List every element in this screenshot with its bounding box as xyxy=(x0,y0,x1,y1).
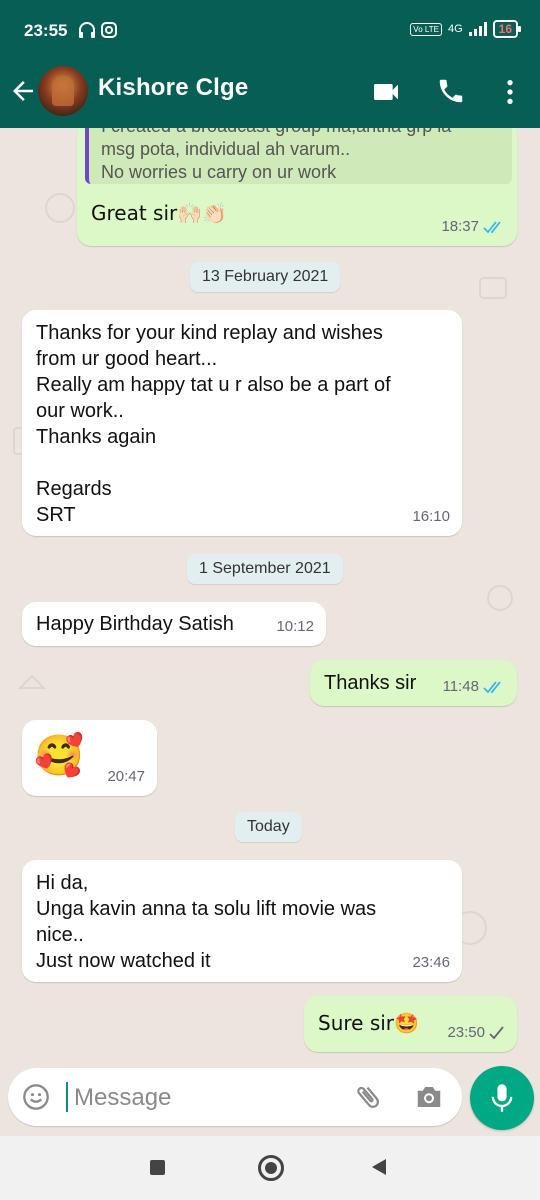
double-tick-read-icon xyxy=(483,681,501,694)
microphone-icon xyxy=(491,1084,513,1112)
emoji-picker-icon[interactable] xyxy=(22,1083,50,1111)
message-line: SRT xyxy=(36,504,76,526)
home-icon[interactable] xyxy=(258,1155,284,1181)
camera-icon[interactable] xyxy=(414,1083,444,1111)
contact-name[interactable]: Kishore Clge xyxy=(98,74,248,102)
avatar[interactable] xyxy=(38,66,88,116)
emoji-smiling-hearts-icon: 🥰 xyxy=(34,733,84,779)
message-time: 18:37 xyxy=(441,218,479,235)
video-call-icon[interactable] xyxy=(370,76,402,108)
back-arrow-icon[interactable] xyxy=(8,76,38,106)
double-tick-read-icon xyxy=(483,221,501,234)
message-line: Thanks again xyxy=(36,426,157,448)
nav-back-icon[interactable] xyxy=(372,1159,386,1175)
message-line: from ur good heart... xyxy=(36,348,218,370)
chat-area[interactable]: I created a broadcast group ma,antha grp… xyxy=(0,128,540,1068)
message-text: Great sir🙌🏻👏🏻 xyxy=(91,201,228,225)
message-outgoing[interactable]: I created a broadcast group ma,antha grp… xyxy=(77,128,517,246)
voice-message-button[interactable] xyxy=(470,1066,534,1130)
message-meta: 18:37 xyxy=(441,214,505,240)
message-incoming[interactable]: 🥰 20:47 xyxy=(22,720,157,796)
message-line: Regards xyxy=(36,478,112,500)
date-separator: Today xyxy=(235,812,302,842)
message-time: 10:12 xyxy=(276,618,314,635)
message-time: 23:50 xyxy=(447,1024,485,1041)
volte-indicator: Vo LTE xyxy=(410,22,442,36)
message-line: Hi da, xyxy=(36,872,89,894)
status-indicators: Vo LTE 4G 16 xyxy=(410,20,522,38)
quoted-line: msg pota, individual ah varum.. xyxy=(101,139,351,159)
text-cursor xyxy=(66,1082,68,1112)
message-composer xyxy=(8,1068,462,1126)
message-time: 16:10 xyxy=(412,508,450,525)
message-text: Thanks sir xyxy=(324,672,417,694)
message-line: our work.. xyxy=(36,400,124,422)
message-time: 11:48 xyxy=(442,678,479,695)
message-meta: 23:50 xyxy=(447,1020,505,1046)
message-text: Happy Birthday Satish xyxy=(36,613,234,635)
chat-header: Kishore Clge xyxy=(0,62,540,128)
headphones-icon xyxy=(78,21,118,44)
signal-icon xyxy=(468,22,487,36)
message-outgoing[interactable]: Sure sir🤩 23:50 xyxy=(304,996,517,1052)
message-line: Just now watched it xyxy=(36,950,211,972)
message-line: Thanks for your kind replay and wishes xyxy=(36,322,383,344)
message-incoming[interactable]: Thanks for your kind replay and wishes f… xyxy=(22,310,462,536)
message-line: Unga kavin anna ta solu lift movie was xyxy=(36,898,377,920)
message-incoming[interactable]: Happy Birthday Satish 10:12 xyxy=(22,602,326,646)
message-outgoing[interactable]: Thanks sir 11:48 xyxy=(310,660,517,706)
battery-icon: 16 xyxy=(492,20,522,38)
quoted-line: I created a broadcast group ma,antha grp… xyxy=(101,128,500,138)
phone-call-icon[interactable] xyxy=(436,76,468,108)
status-time: 23:55 xyxy=(24,21,68,40)
status-bar: 23:55 Vo LTE 4G 16 xyxy=(0,0,540,62)
date-separator: 1 September 2021 xyxy=(187,554,343,584)
system-nav-bar xyxy=(0,1136,540,1200)
date-separator: 13 February 2021 xyxy=(190,262,341,292)
single-tick-sent-icon xyxy=(489,1026,504,1040)
quoted-message[interactable]: I created a broadcast group ma,antha grp… xyxy=(85,128,512,184)
recent-apps-icon[interactable] xyxy=(150,1160,165,1175)
message-line: nice.. xyxy=(36,924,84,946)
message-line: Really am happy tat u r also be a part o… xyxy=(36,374,391,396)
quoted-line: No worries u carry on ur work xyxy=(101,162,337,182)
message-text: Sure sir🤩 xyxy=(318,1011,419,1035)
message-input[interactable] xyxy=(72,1082,336,1114)
message-time: 20:47 xyxy=(107,768,145,785)
attachment-icon[interactable] xyxy=(353,1082,383,1112)
instagram-icon xyxy=(101,22,117,38)
network-type: 4G xyxy=(447,23,463,35)
message-meta: 11:48 xyxy=(443,674,505,700)
more-options-icon[interactable] xyxy=(494,76,526,108)
message-incoming[interactable]: Hi da, Unga kavin anna ta solu lift movi… xyxy=(22,860,462,982)
message-time: 23:46 xyxy=(412,954,450,971)
